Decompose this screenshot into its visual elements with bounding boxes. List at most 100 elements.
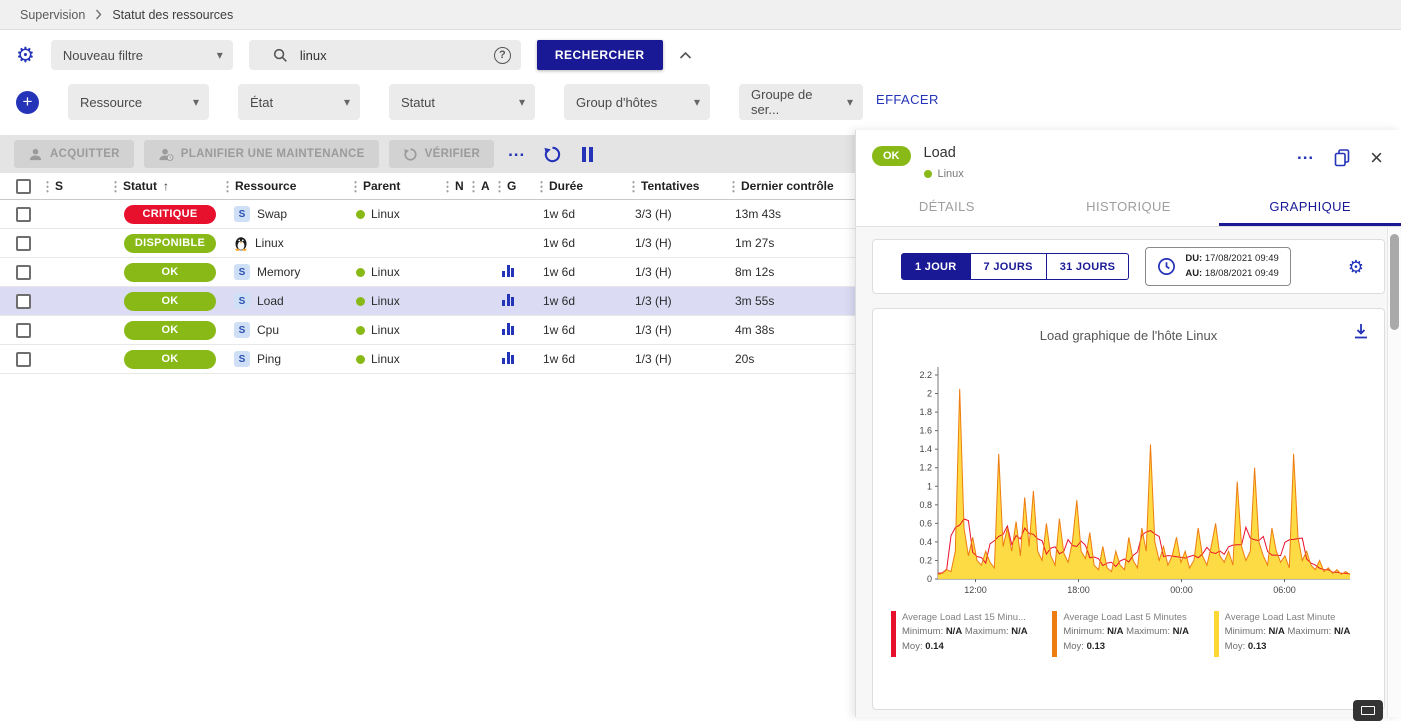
host-group-select-label: Group d'hôtes bbox=[576, 95, 657, 110]
column-header-status[interactable]: Statut↑ bbox=[114, 179, 226, 193]
column-drag-handle-icon[interactable] bbox=[732, 180, 735, 193]
table-row[interactable]: OK S Cpu Linux 1w 6d 1/3 (H) 4m 38s bbox=[0, 316, 855, 345]
column-header-severity[interactable]: S bbox=[46, 179, 114, 193]
legend-avg-value: 0.13 bbox=[1087, 641, 1106, 652]
row-checkbox[interactable] bbox=[16, 294, 31, 309]
resource-type-select[interactable]: Ressource ▾ bbox=[68, 84, 209, 120]
person-icon bbox=[28, 147, 43, 162]
table-row[interactable]: CRITIQUE S Swap Linux 1w 6d 3/3 (H) 13m … bbox=[0, 200, 855, 229]
tab-graph[interactable]: GRAPHIQUE bbox=[1219, 189, 1401, 226]
breadcrumb-item-resource-status[interactable]: Statut des ressources bbox=[112, 8, 233, 22]
saved-filter-select[interactable]: Nouveau filtre ▾ bbox=[51, 40, 233, 70]
row-checkbox[interactable] bbox=[16, 236, 31, 251]
duration-cell: 1w 6d bbox=[540, 294, 632, 308]
duration-cell: 1w 6d bbox=[540, 207, 632, 221]
parent-cell: Linux bbox=[354, 265, 446, 279]
acknowledge-button[interactable]: ACQUITTER bbox=[14, 140, 134, 168]
time-range-1day-button[interactable]: 1 JOUR bbox=[901, 253, 971, 280]
state-select[interactable]: État ▾ bbox=[238, 84, 360, 120]
legend-name: Average Load Last 5 Minutes bbox=[1063, 612, 1186, 623]
filter-settings-gear-icon[interactable]: ⚙ bbox=[16, 45, 35, 66]
graph-icon[interactable] bbox=[502, 265, 514, 277]
panel-scrollbar[interactable] bbox=[1387, 228, 1401, 717]
chevron-down-icon: ▾ bbox=[684, 95, 700, 109]
panel-more-actions-button[interactable]: ... bbox=[1297, 154, 1314, 162]
panel-host-name: Linux bbox=[938, 168, 964, 180]
svg-text:1.4: 1.4 bbox=[919, 444, 932, 454]
search-button[interactable]: RECHERCHER bbox=[537, 40, 663, 70]
parent-status-dot bbox=[356, 297, 365, 306]
column-header-resource[interactable]: Ressource bbox=[226, 179, 354, 193]
column-header-notes[interactable]: N bbox=[446, 179, 472, 193]
column-drag-handle-icon[interactable] bbox=[46, 180, 49, 193]
table-row[interactable]: OK S Memory Linux 1w 6d 1/3 (H) 8m 12s bbox=[0, 258, 855, 287]
svg-text:1.6: 1.6 bbox=[919, 426, 932, 436]
collapse-filters-chevron-up-icon[interactable] bbox=[679, 51, 692, 60]
svg-text:0.4: 0.4 bbox=[919, 537, 932, 547]
picture-in-picture-icon[interactable] bbox=[1353, 700, 1383, 721]
legend-item[interactable]: Average Load Last Minute Minimum: N/A Ma… bbox=[1214, 611, 1366, 657]
time-range-7days-button[interactable]: 7 JOURS bbox=[971, 253, 1047, 280]
column-header-duration[interactable]: Durée bbox=[540, 179, 632, 193]
column-drag-handle-icon[interactable] bbox=[540, 180, 543, 193]
host-group-select[interactable]: Group d'hôtes ▾ bbox=[564, 84, 710, 120]
column-header-last-check[interactable]: Dernier contrôle bbox=[732, 179, 855, 193]
column-drag-handle-icon[interactable] bbox=[226, 180, 229, 193]
copy-link-icon[interactable] bbox=[1334, 149, 1350, 167]
graph-icon[interactable] bbox=[502, 352, 514, 364]
clear-filters-button[interactable]: EFFACER bbox=[876, 92, 939, 107]
search-input[interactable] bbox=[300, 48, 460, 63]
select-all-checkbox[interactable] bbox=[16, 179, 31, 194]
column-drag-handle-icon[interactable] bbox=[472, 180, 475, 193]
row-checkbox[interactable] bbox=[16, 207, 31, 222]
column-drag-handle-icon[interactable] bbox=[114, 180, 117, 193]
panel-tabs: DÉTAILS HISTORIQUE GRAPHIQUE bbox=[856, 189, 1401, 227]
legend-avg-label: Moy: bbox=[1063, 641, 1084, 652]
tab-history[interactable]: HISTORIQUE bbox=[1038, 189, 1220, 226]
period-to-label: AU: bbox=[1185, 268, 1202, 279]
row-checkbox[interactable] bbox=[16, 352, 31, 367]
pause-button[interactable] bbox=[582, 147, 593, 162]
duration-cell: 1w 6d bbox=[540, 236, 632, 250]
resources-table: S Statut↑ Ressource Parent N A G Durée T… bbox=[0, 173, 855, 374]
column-drag-handle-icon[interactable] bbox=[632, 180, 635, 193]
refresh-button[interactable] bbox=[543, 145, 562, 164]
column-header-graph[interactable]: G bbox=[498, 179, 540, 193]
add-criteria-button[interactable]: + bbox=[16, 91, 39, 114]
graph-settings-gear-icon[interactable]: ⚙ bbox=[1348, 258, 1364, 276]
tab-details[interactable]: DÉTAILS bbox=[856, 189, 1038, 226]
row-checkbox[interactable] bbox=[16, 323, 31, 338]
time-range-31days-button[interactable]: 31 JOURS bbox=[1047, 253, 1130, 280]
status-select[interactable]: Statut ▾ bbox=[389, 84, 535, 120]
help-icon[interactable]: ? bbox=[494, 47, 511, 64]
search-box[interactable]: ? bbox=[249, 40, 521, 70]
column-drag-handle-icon[interactable] bbox=[446, 180, 449, 193]
duration-cell: 1w 6d bbox=[540, 323, 632, 337]
custom-period-button[interactable]: DU: 17/08/2021 09:49 AU: 18/08/2021 09:4… bbox=[1145, 247, 1291, 286]
close-panel-icon[interactable]: × bbox=[1370, 150, 1383, 166]
graph-icon[interactable] bbox=[502, 323, 514, 335]
legend-item[interactable]: Average Load Last 5 Minutes Minimum: N/A… bbox=[1052, 611, 1204, 657]
check-button[interactable]: VÉRIFIER bbox=[389, 140, 494, 168]
table-row[interactable]: DISPONIBLE S Linux 1w 6d 1/3 (H) 1m 27s bbox=[0, 229, 855, 258]
scrollbar-thumb[interactable] bbox=[1390, 234, 1399, 330]
breadcrumb-item-supervision[interactable]: Supervision bbox=[20, 8, 85, 22]
row-checkbox[interactable] bbox=[16, 265, 31, 280]
column-drag-handle-icon[interactable] bbox=[498, 180, 501, 193]
export-graph-icon[interactable] bbox=[1352, 322, 1370, 340]
column-header-tries[interactable]: Tentatives bbox=[632, 179, 732, 193]
table-row[interactable]: OK S Load Linux 1w 6d 1/3 (H) 3m 55s bbox=[0, 287, 855, 316]
resource-name: Ping bbox=[257, 352, 281, 366]
chevron-down-icon: ▾ bbox=[183, 95, 199, 109]
column-drag-handle-icon[interactable] bbox=[354, 180, 357, 193]
panel-body: 1 JOUR 7 JOURS 31 JOURS DU: 17/08/2021 0… bbox=[856, 227, 1401, 717]
column-header-action[interactable]: A bbox=[472, 179, 498, 193]
legend-item[interactable]: Average Load Last 15 Minu... Minimum: N/… bbox=[891, 611, 1043, 657]
set-downtime-button[interactable]: PLANIFIER UNE MAINTENANCE bbox=[144, 140, 379, 168]
more-actions-button[interactable]: ... bbox=[508, 151, 525, 158]
column-header-parent[interactable]: Parent bbox=[354, 179, 446, 193]
svg-text:12:00: 12:00 bbox=[964, 585, 987, 595]
table-row[interactable]: OK S Ping Linux 1w 6d 1/3 (H) 20s bbox=[0, 345, 855, 374]
graph-icon[interactable] bbox=[502, 294, 514, 306]
service-group-select[interactable]: Groupe de ser... ▾ bbox=[739, 84, 863, 120]
